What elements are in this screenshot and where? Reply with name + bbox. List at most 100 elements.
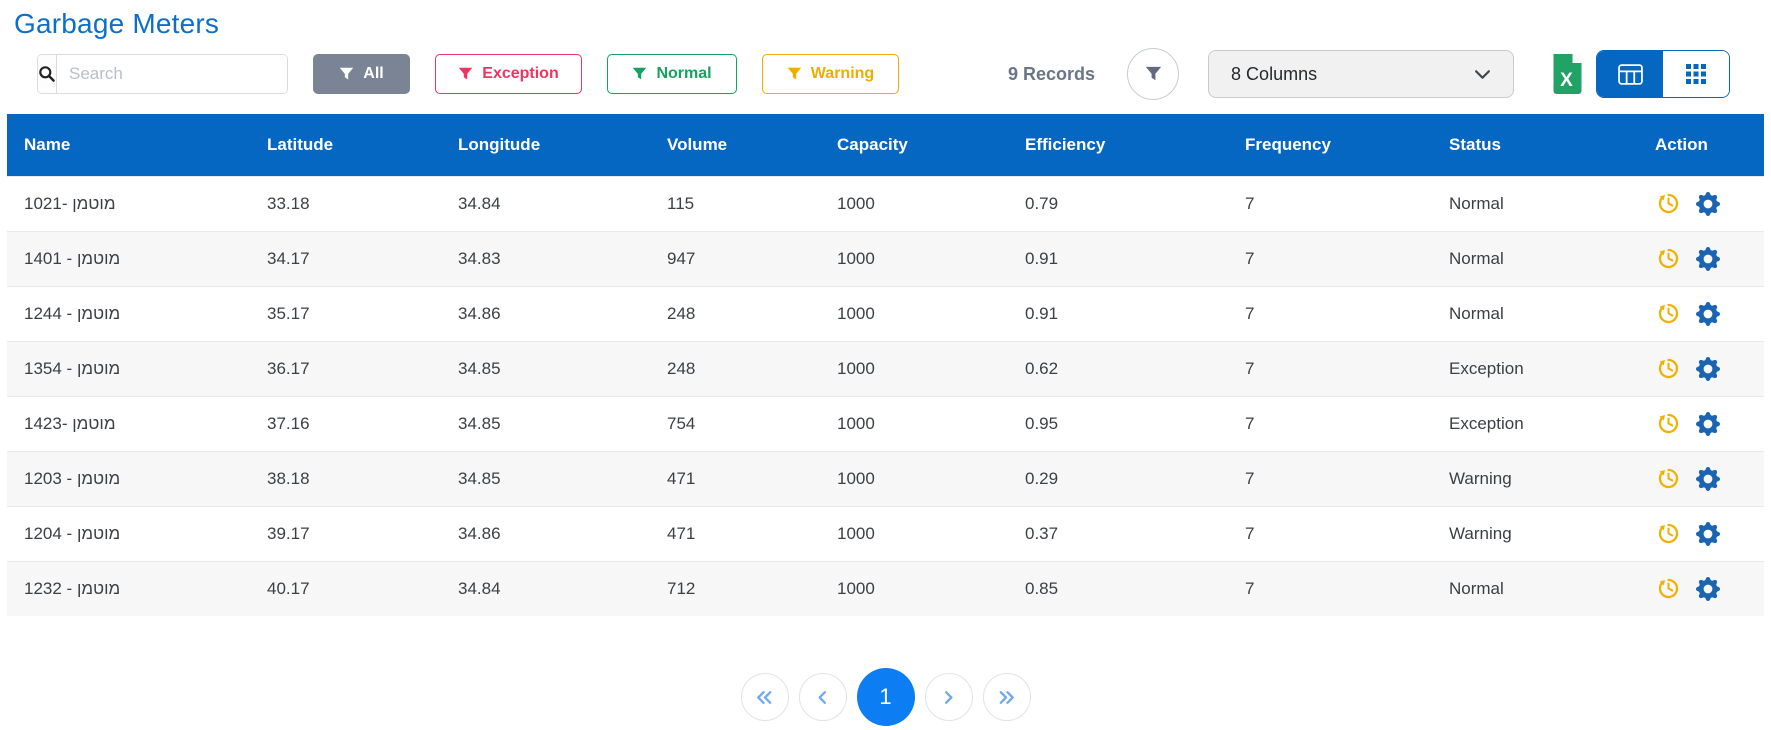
filter-exception-button[interactable]: Exception [435, 54, 582, 94]
history-button[interactable] [1655, 410, 1682, 437]
cell-latitude: 34.17 [250, 231, 441, 286]
cell-capacity: 1000 [820, 341, 1008, 396]
cell-efficiency: 0.91 [1008, 231, 1228, 286]
history-button[interactable] [1655, 355, 1682, 382]
cell-status: Normal [1432, 561, 1638, 616]
excel-export-button[interactable]: X [1549, 53, 1586, 95]
filter-all-label: All [363, 65, 383, 83]
cell-capacity: 1000 [820, 286, 1008, 341]
column-header-action: Action [1638, 114, 1764, 176]
cell-longitude: 34.84 [441, 561, 650, 616]
settings-button[interactable] [1696, 522, 1720, 546]
search-group [37, 54, 288, 94]
cell-longitude: 34.85 [441, 451, 650, 506]
column-header-frequency: Frequency [1228, 114, 1432, 176]
cell-volume: 248 [650, 286, 820, 341]
last-page-button[interactable] [983, 673, 1031, 721]
cell-longitude: 34.86 [441, 506, 650, 561]
filter-all-button[interactable]: All [313, 54, 410, 94]
filter-warning-button[interactable]: Warning [762, 54, 899, 94]
meters-table: NameLatitudeLongitudeVolumeCapacityEffic… [7, 114, 1764, 616]
cell-longitude: 34.85 [441, 341, 650, 396]
cell-volume: 754 [650, 396, 820, 451]
cell-volume: 471 [650, 506, 820, 561]
settings-button[interactable] [1696, 247, 1720, 271]
chevron-right-icon [937, 686, 960, 709]
columns-dropdown[interactable]: 8 Columns [1208, 50, 1514, 98]
cell-capacity: 1000 [820, 451, 1008, 506]
columns-dropdown-value: 8 Columns [1231, 64, 1474, 85]
chevron-left-icon [811, 686, 834, 709]
grid-view-button[interactable] [1663, 51, 1729, 97]
cell-action [1638, 506, 1764, 561]
history-button[interactable] [1655, 575, 1682, 602]
cell-status: Normal [1432, 286, 1638, 341]
history-button[interactable] [1655, 465, 1682, 492]
cell-name: 1204 - מוטמן [7, 506, 250, 561]
cell-efficiency: 0.95 [1008, 396, 1228, 451]
cell-name: 1021- מוטמן [7, 176, 250, 231]
settings-button[interactable] [1696, 412, 1720, 436]
table-header-row: NameLatitudeLongitudeVolumeCapacityEffic… [7, 114, 1764, 176]
column-header-volume: Volume [650, 114, 820, 176]
gear-icon [1696, 192, 1720, 216]
gear-icon [1696, 467, 1720, 491]
table-view-button[interactable] [1597, 51, 1663, 97]
filter-funnel-button[interactable] [1127, 48, 1179, 100]
settings-button[interactable] [1696, 302, 1720, 326]
cell-efficiency: 0.85 [1008, 561, 1228, 616]
cell-status: Warning [1432, 506, 1638, 561]
settings-button[interactable] [1696, 467, 1720, 491]
next-page-button[interactable] [925, 673, 973, 721]
gear-icon [1696, 412, 1720, 436]
cell-name: 1232 - מוטמן [7, 561, 250, 616]
cell-status: Exception [1432, 396, 1638, 451]
prev-page-button[interactable] [799, 673, 847, 721]
cell-efficiency: 0.62 [1008, 341, 1228, 396]
table-body: 1021- מוטמן33.1834.8411510000.797Normal … [7, 176, 1764, 616]
cell-name: 1423- מוטמן [7, 396, 250, 451]
excel-export-icon: X [1549, 53, 1586, 95]
cell-volume: 471 [650, 451, 820, 506]
gear-icon [1696, 522, 1720, 546]
cell-longitude: 34.84 [441, 176, 650, 231]
page-1-button[interactable]: 1 [857, 668, 915, 726]
toolbar: All Exception Normal Warning 9 Records 8… [0, 48, 1771, 100]
filter-normal-button[interactable]: Normal [607, 54, 737, 94]
cell-frequency: 7 [1228, 341, 1432, 396]
history-button[interactable] [1655, 300, 1682, 327]
table-header: NameLatitudeLongitudeVolumeCapacityEffic… [7, 114, 1764, 176]
settings-button[interactable] [1696, 357, 1720, 381]
history-button[interactable] [1655, 245, 1682, 272]
funnel-icon [1145, 66, 1162, 82]
cell-capacity: 1000 [820, 396, 1008, 451]
garbage-meters-page: Garbage Meters All Exception Normal [0, 0, 1771, 730]
cell-frequency: 7 [1228, 506, 1432, 561]
cell-latitude: 33.18 [250, 176, 441, 231]
settings-button[interactable] [1696, 577, 1720, 601]
gear-icon [1696, 577, 1720, 601]
history-button[interactable] [1655, 520, 1682, 547]
svg-text:X: X [1560, 70, 1573, 91]
history-icon [1655, 520, 1682, 547]
chevron-down-icon [1474, 69, 1491, 80]
search-input[interactable] [57, 55, 288, 93]
table-row: 1204 - מוטמן39.1734.8647110000.377Warnin… [7, 506, 1764, 561]
cell-name: 1401 - מוטמן [7, 231, 250, 286]
cell-latitude: 40.17 [250, 561, 441, 616]
column-header-status: Status [1432, 114, 1638, 176]
table-row: 1232 - מוטמן40.1734.8471210000.857Normal [7, 561, 1764, 616]
cell-status: Normal [1432, 176, 1638, 231]
first-page-button[interactable] [741, 673, 789, 721]
cell-action [1638, 451, 1764, 506]
cell-latitude: 35.17 [250, 286, 441, 341]
history-button[interactable] [1655, 190, 1682, 217]
cell-volume: 248 [650, 341, 820, 396]
cell-efficiency: 0.91 [1008, 286, 1228, 341]
settings-button[interactable] [1696, 192, 1720, 216]
chevrons-left-icon [753, 686, 776, 709]
cell-name: 1203 - מוטמן [7, 451, 250, 506]
cell-latitude: 36.17 [250, 341, 441, 396]
cell-action [1638, 231, 1764, 286]
cell-frequency: 7 [1228, 561, 1432, 616]
